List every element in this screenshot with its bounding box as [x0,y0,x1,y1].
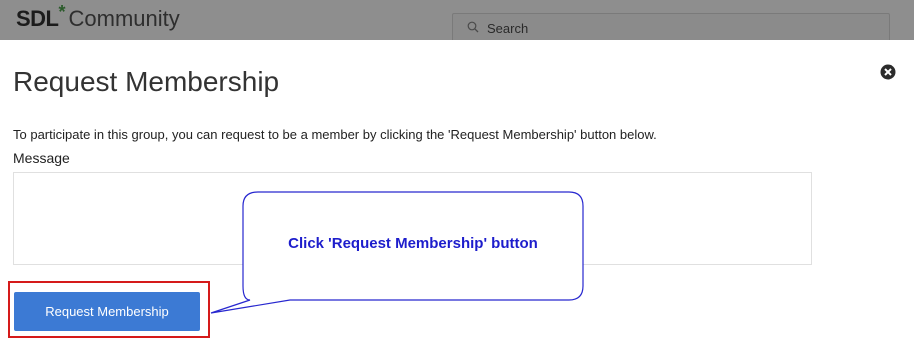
callout-text: Click 'Request Membership' button [288,235,538,252]
close-icon[interactable] [880,64,896,80]
instructions-text: To participate in this group, you can re… [13,127,657,142]
site-header: SDL* Community Search [0,0,914,45]
logo-star: * [58,2,66,22]
search-placeholder: Search [487,21,529,36]
request-membership-button[interactable]: Request Membership [14,292,200,331]
sdl-community-logo[interactable]: SDL* Community [16,2,180,32]
page: SDL* Community Search Request Membership … [0,0,914,354]
request-membership-modal: Request Membership To participate in thi… [0,40,914,354]
logo-word: Community [68,6,180,31]
logo-brand: SDL [16,6,59,31]
message-label: Message [13,150,70,166]
search-icon [467,21,479,33]
modal-title: Request Membership [13,66,280,97]
